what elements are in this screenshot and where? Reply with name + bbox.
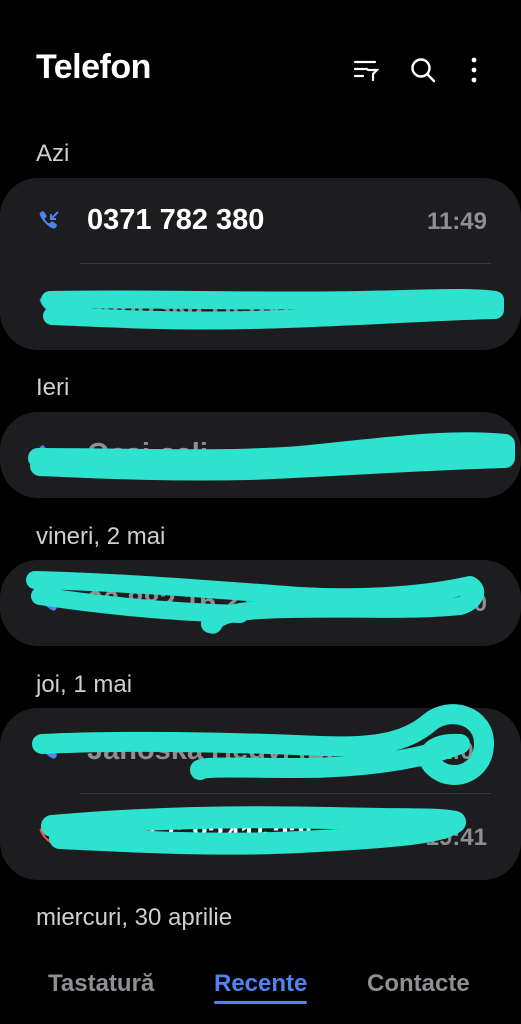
caller-name: Janoska Hegyi	[87, 290, 291, 322]
call-group-card: Ocsi-sali 12:32	[0, 412, 521, 498]
caller-name: Janoska Hegyi (2)	[87, 734, 334, 766]
date-header: joi, 1 mai	[36, 671, 133, 698]
call-time: 11:49	[426, 208, 487, 235]
tab-recents[interactable]: Recente	[214, 970, 307, 998]
call-log-item[interactable]: 00 31 6 83415235 19:41	[0, 794, 521, 880]
caller-name: 00 882 16 2397 9673	[87, 586, 362, 618]
caller-name: 00 31 6 83415235	[87, 820, 321, 852]
page-title: Telefon	[36, 48, 151, 86]
call-time: 11:26	[426, 294, 487, 321]
outgoing-call-icon	[36, 294, 62, 320]
call-log-item[interactable]: Janoska Hegyi 11:26	[0, 264, 521, 350]
outgoing-call-icon	[36, 590, 62, 616]
date-header: Azi	[36, 140, 70, 167]
incoming-call-icon	[36, 208, 62, 234]
call-time: 21:09	[425, 738, 487, 765]
more-vertical-icon[interactable]	[459, 55, 489, 85]
date-header: vineri, 2 mai	[36, 523, 166, 550]
tab-keypad[interactable]: Tastatură	[48, 970, 154, 998]
caller-name: 0371 782 380	[87, 204, 265, 236]
phone-app: Telefon Azi 0371 782 380 11:49 Janoska H…	[0, 0, 521, 1024]
call-group-card: 0371 782 380 11:49 Janoska Hegyi 11:26	[0, 178, 521, 350]
call-log-item[interactable]: 00 882 16 2397 9673 13:30	[0, 560, 521, 646]
call-time: 19:41	[425, 824, 487, 851]
bottom-navigation: Tastatură Recente Contacte	[0, 955, 521, 1015]
filter-icon[interactable]	[351, 55, 381, 85]
search-icon[interactable]	[408, 55, 438, 85]
tab-contacts[interactable]: Contacte	[367, 970, 470, 998]
call-time: 12:32	[425, 442, 487, 469]
caller-name: Ocsi-sali	[87, 438, 208, 470]
outgoing-call-icon	[36, 738, 62, 764]
active-tab-indicator	[214, 1001, 307, 1004]
call-time: 13:30	[425, 590, 487, 617]
call-log-item[interactable]: Janoska Hegyi (2) 21:09	[0, 708, 521, 794]
date-header: Ieri	[36, 374, 70, 401]
call-log-item[interactable]: 0371 782 380 11:49	[0, 178, 521, 264]
missed-call-icon	[36, 824, 62, 850]
call-group-card: 00 882 16 2397 9673 13:30	[0, 560, 521, 646]
date-header: miercuri, 30 aprilie	[36, 904, 233, 931]
call-log-item[interactable]: Ocsi-sali 12:32	[0, 412, 521, 498]
incoming-call-icon	[36, 442, 62, 468]
call-group-card: Janoska Hegyi (2) 21:09 00 31 6 83415235…	[0, 708, 521, 880]
